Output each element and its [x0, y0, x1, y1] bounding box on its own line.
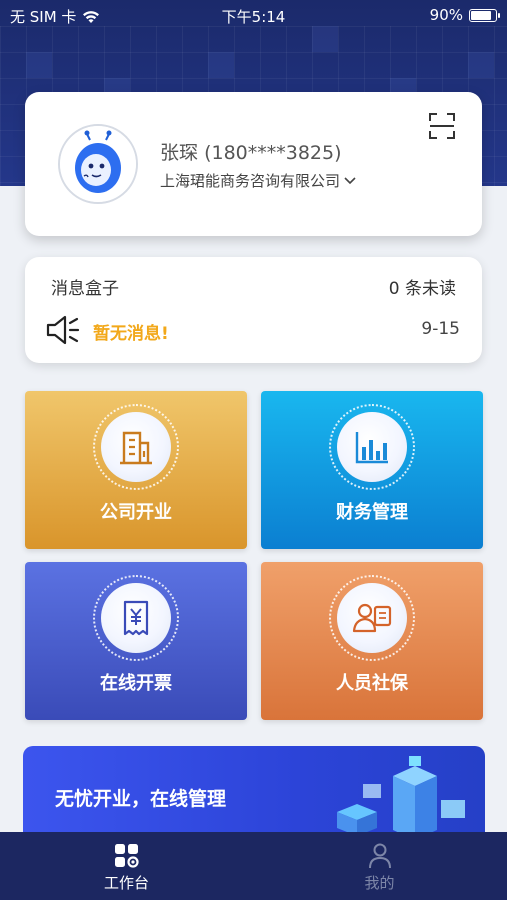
tile-finance-management[interactable]: 财务管理: [261, 391, 483, 549]
user-profile-icon: [369, 843, 391, 869]
no-message-text: 暂无消息!: [93, 324, 169, 344]
tile-social-insurance[interactable]: 人员社保: [261, 562, 483, 720]
speaker-icon: [46, 315, 80, 345]
banner-text: 无忧开业，在线管理: [55, 788, 227, 810]
tile-icon-disc: [101, 583, 171, 653]
message-date: 9-15: [421, 319, 460, 339]
tile-icon-disc: [337, 412, 407, 482]
company-selector[interactable]: 上海珺能商务咨询有限公司: [160, 170, 356, 191]
user-phone: (180****3825): [204, 142, 342, 164]
battery-icon: [469, 8, 500, 22]
tab-bar: 工作台 我的: [0, 832, 507, 900]
avatar-mascot-icon: [60, 126, 136, 202]
person-insurance-icon: [352, 603, 392, 633]
user-name: 张琛: [160, 142, 199, 164]
invoice-yen-icon: [123, 600, 149, 636]
scan-icon[interactable]: [428, 112, 456, 140]
company-name: 上海珺能商务咨询有限公司: [160, 172, 341, 190]
chevron-down-icon: [344, 176, 356, 184]
tile-company-opening[interactable]: 公司开业: [25, 391, 247, 549]
tile-label: 公司开业: [100, 502, 172, 523]
building-icon: [120, 431, 152, 465]
workbench-grid-icon: [115, 844, 139, 868]
tile-label: 在线开票: [100, 673, 172, 694]
tab-label: 我的: [364, 874, 395, 892]
message-box-title: 消息盒子: [51, 279, 119, 299]
promo-banner[interactable]: 无忧开业，在线管理: [23, 746, 485, 846]
message-box-card[interactable]: 消息盒子 0 条未读 暂无消息! 9-15: [25, 257, 482, 363]
avatar[interactable]: [58, 124, 138, 204]
tile-icon-disc: [337, 583, 407, 653]
bar-chart-icon: [355, 432, 388, 464]
tile-icon-disc: [101, 412, 171, 482]
status-bar: 无 SIM 卡 下午5:14 90%: [0, 0, 507, 30]
tab-mine[interactable]: 我的: [253, 832, 506, 900]
tab-workbench[interactable]: 工作台: [0, 832, 253, 900]
user-name-line: 张琛 (180****3825): [160, 138, 342, 165]
tile-label: 人员社保: [336, 673, 408, 694]
battery-info: 90%: [429, 6, 500, 24]
battery-percent: 90%: [429, 6, 463, 24]
tile-label: 财务管理: [336, 502, 408, 523]
profile-card[interactable]: 张琛 (180****3825) 上海珺能商务咨询有限公司: [25, 92, 482, 236]
unread-count: 0 条未读: [388, 279, 456, 299]
tile-online-invoicing[interactable]: 在线开票: [25, 562, 247, 720]
tab-label: 工作台: [103, 874, 149, 892]
battery-fill: [471, 10, 491, 20]
